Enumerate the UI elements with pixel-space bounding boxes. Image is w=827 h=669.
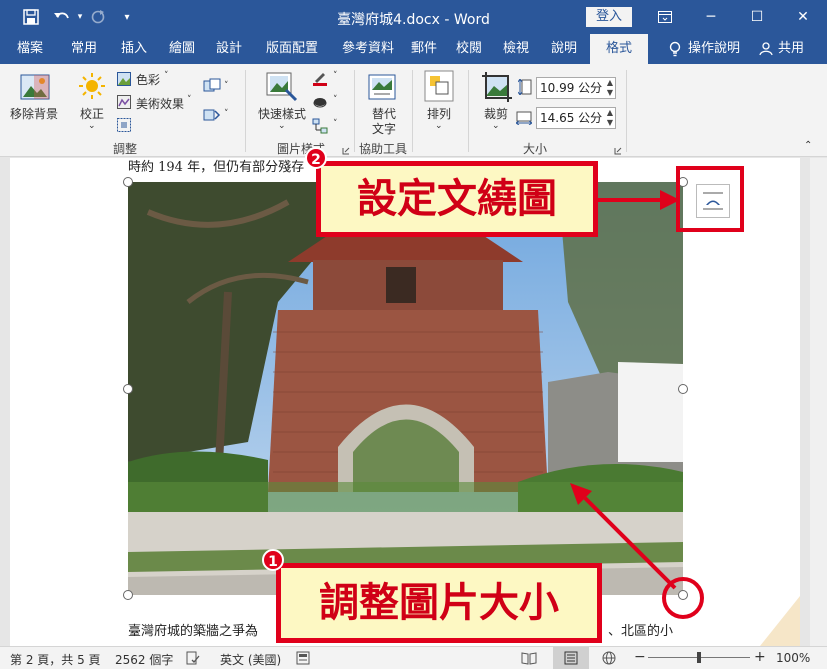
read-mode-icon[interactable]: [521, 651, 537, 668]
print-layout-icon[interactable]: [553, 647, 589, 669]
accessibility-icon[interactable]: [296, 651, 310, 668]
zoom-in-button[interactable]: +: [754, 649, 766, 665]
step-1-badge: 1: [262, 549, 284, 571]
step-2-badge: 2: [305, 147, 327, 169]
resize-callout: 調整圖片大小: [276, 563, 602, 643]
word-count[interactable]: 2562 個字: [115, 651, 173, 668]
language[interactable]: 英文 (美國): [220, 651, 281, 668]
zoom-level[interactable]: 100%: [776, 651, 810, 665]
zoom-out-button[interactable]: −: [634, 649, 646, 665]
wrap-text-callout: 設定文繞圖: [316, 161, 598, 237]
page-count[interactable]: 第 2 頁，共 5 頁: [10, 651, 101, 668]
web-layout-icon[interactable]: [601, 651, 617, 668]
proofing-icon[interactable]: [186, 651, 200, 668]
wrap-button-highlight: [676, 166, 744, 232]
zoom-slider-thumb[interactable]: [697, 652, 701, 663]
status-bar: 第 2 頁，共 5 頁 2562 個字 英文 (美國) − + 100%: [0, 646, 827, 669]
